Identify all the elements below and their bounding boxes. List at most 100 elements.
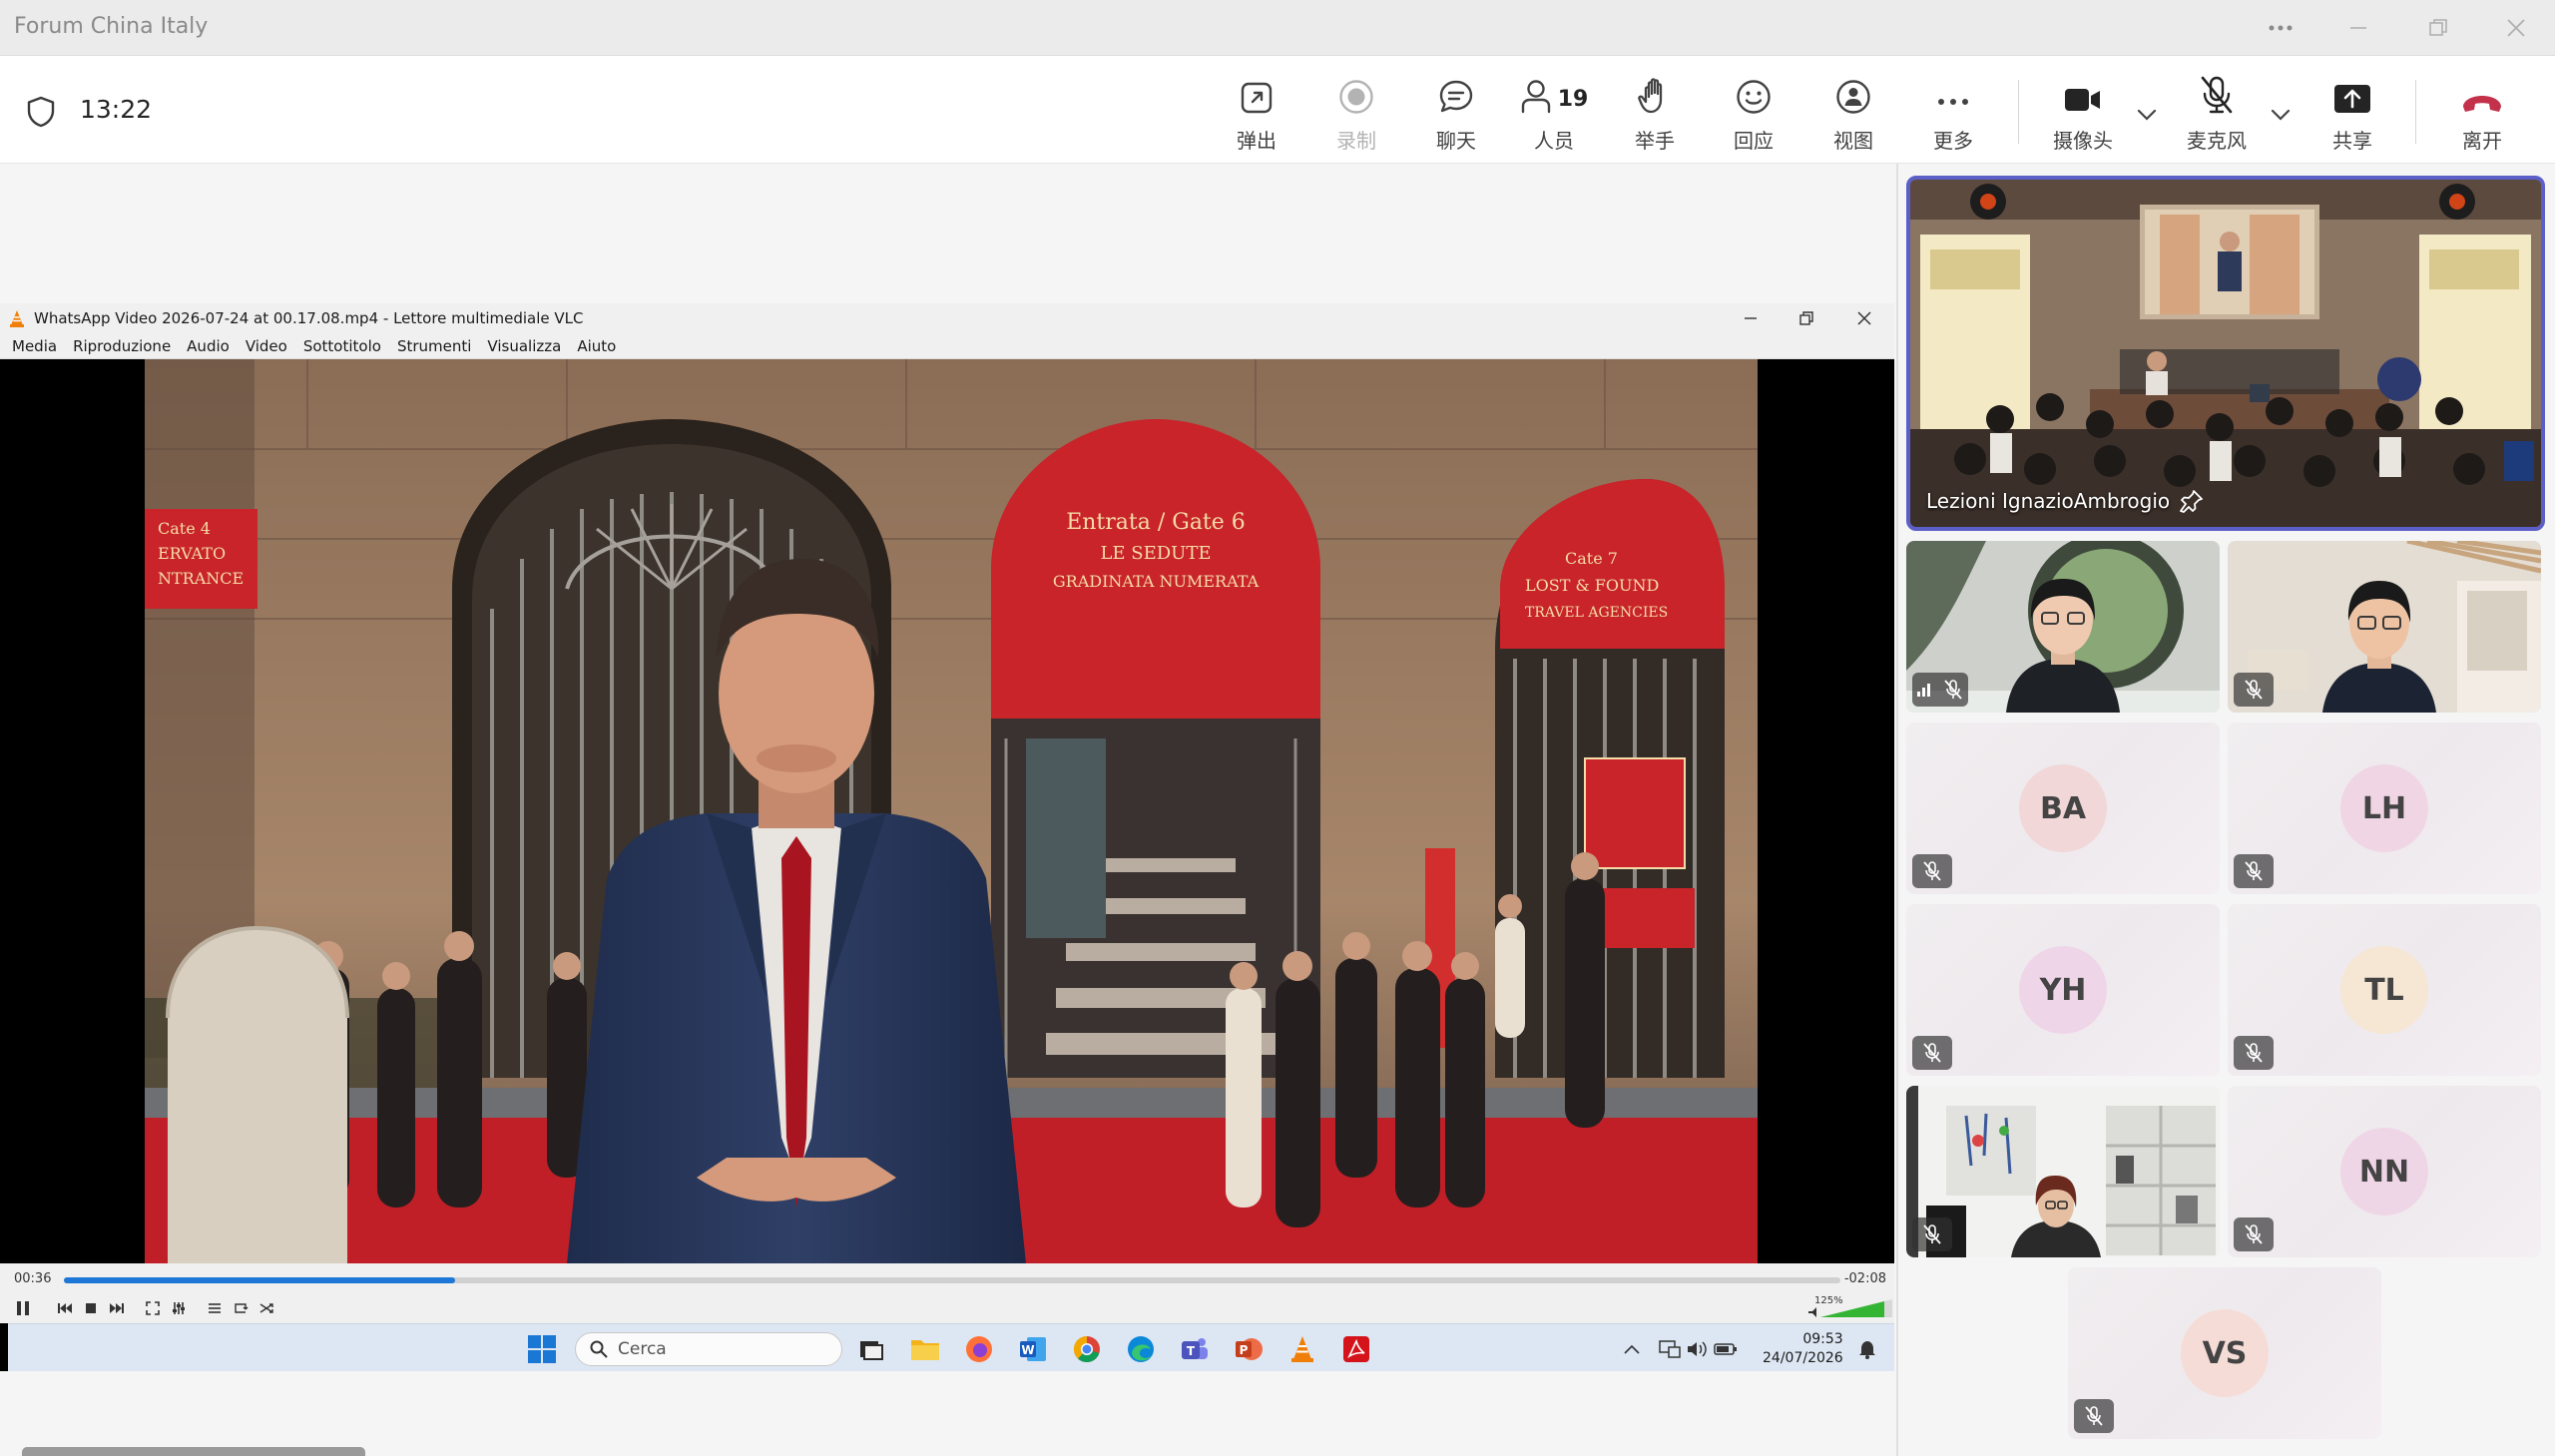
mic-muted-indicator [2234, 854, 2274, 888]
vlc-restore-icon[interactable] [1779, 303, 1834, 333]
vlc-video-frame[interactable]: Cate 4 ERVATO NTRANCE Entrata / Gate 6 L… [8, 359, 1894, 1263]
vlc-close-icon[interactable] [1836, 303, 1892, 333]
view-icon [1835, 74, 1871, 115]
hand-icon [1638, 74, 1672, 115]
mic-off-icon [1923, 1043, 1941, 1063]
mic-muted-indicator [1912, 1217, 1952, 1251]
more-horizontal-icon [1935, 74, 1971, 115]
banner-center-line-1: Entrata / Gate 6 [1066, 510, 1246, 535]
vlc-menu-visualizza[interactable]: Visualizza [487, 337, 561, 355]
record-button[interactable]: 录制 [1311, 74, 1401, 154]
banner-center-line-3: GRADINATA NUMERATA [1053, 572, 1260, 591]
powerpoint-icon[interactable]: P [1232, 1332, 1266, 1366]
shuffle-icon[interactable] [256, 1298, 277, 1318]
pinned-participant-tile[interactable]: Lezioni IgnazioAmbrogio [1906, 176, 2545, 531]
popout-button[interactable]: 弹出 [1212, 74, 1301, 154]
chrome-icon[interactable] [1070, 1332, 1104, 1366]
people-button[interactable]: 19 人员 [1509, 74, 1599, 154]
vlc-menu-strumenti[interactable]: Strumenti [397, 337, 471, 355]
people-icon [1521, 80, 1550, 114]
more-button[interactable]: 更多 [1908, 74, 1998, 154]
edge-icon[interactable] [1124, 1332, 1158, 1366]
view-button[interactable]: 视图 [1808, 74, 1898, 154]
file-explorer-icon[interactable] [908, 1332, 942, 1366]
vlc-menu-video[interactable]: Video [246, 337, 287, 355]
playlist-icon[interactable] [204, 1298, 226, 1318]
mic-button[interactable]: 麦克风 [2172, 74, 2262, 154]
teams-icon[interactable]: T [1178, 1332, 1212, 1366]
mic-options-chevron-icon[interactable] [2266, 100, 2296, 130]
seek-slider[interactable] [64, 1277, 1840, 1283]
vlc-seekbar: 00:36 -02:08 [0, 1263, 1894, 1293]
participant-tile-lh[interactable]: LH [2228, 723, 2541, 894]
taskbar-clock[interactable]: 09:53 24/07/2026 [1763, 1330, 1843, 1368]
record-label: 录制 [1336, 129, 1376, 153]
participant-video-man [2228, 541, 2541, 713]
seek-progress [64, 1277, 455, 1283]
view-label: 视图 [1833, 129, 1873, 153]
camera-button[interactable]: 摄像头 [2038, 74, 2128, 154]
participant-tile-video-man-glasses[interactable] [2228, 541, 2541, 713]
maximize-icon[interactable] [2415, 10, 2461, 46]
raise-hand-button[interactable]: 举手 [1610, 74, 1700, 154]
acrobat-icon[interactable] [1339, 1332, 1373, 1366]
participant-video-office [1906, 1086, 2220, 1257]
fullscreen-icon[interactable] [142, 1298, 164, 1318]
windows-start-icon[interactable] [525, 1332, 559, 1366]
vlc-minimize-icon[interactable] [1723, 303, 1779, 333]
clock-time: 09:53 [1802, 1331, 1843, 1347]
close-icon[interactable] [2493, 10, 2539, 46]
participant-tile-tl[interactable]: TL [2228, 904, 2541, 1076]
pause-icon[interactable] [12, 1298, 34, 1318]
loop-icon[interactable] [230, 1298, 252, 1318]
task-view-icon[interactable] [854, 1332, 888, 1366]
vlc-menu-riproduzione[interactable]: Riproduzione [73, 337, 171, 355]
vlc-taskbar-icon[interactable] [1285, 1332, 1319, 1366]
firefox-icon[interactable] [962, 1332, 996, 1366]
pin-icon[interactable] [2180, 489, 2204, 513]
participant-tile-video-woman-office[interactable] [1906, 1086, 2220, 1257]
participant-tile-ba[interactable]: BA [1906, 723, 2220, 894]
vlc-menu-sottotitolo[interactable]: Sottotitolo [303, 337, 381, 355]
extended-settings-icon[interactable] [168, 1298, 190, 1318]
avatar-tl: TL [2340, 946, 2428, 1034]
leave-button[interactable]: 离开 [2437, 74, 2527, 154]
avatar-vs: VS [2181, 1309, 2269, 1397]
vlc-cone-icon [10, 310, 24, 327]
mic-off-icon [1923, 1224, 1941, 1244]
mic-muted-indicator [2074, 1399, 2114, 1433]
taskbar-search[interactable]: Cerca [575, 1332, 842, 1366]
shield-icon [26, 96, 56, 128]
avatar-yh: YH [2019, 946, 2107, 1034]
share-button[interactable]: 共享 [2307, 74, 2397, 154]
horizontal-scrollbar[interactable] [22, 1447, 365, 1456]
more-icon[interactable] [2258, 10, 2303, 46]
word-icon[interactable]: W [1016, 1332, 1050, 1366]
camera-options-chevron-icon[interactable] [2132, 100, 2162, 130]
more-label: 更多 [1933, 129, 1973, 153]
notification-bell-icon[interactable] [1850, 1332, 1884, 1366]
battery-icon[interactable] [1709, 1332, 1743, 1366]
react-button[interactable]: 回应 [1709, 74, 1798, 154]
avatar-nn: NN [2340, 1128, 2428, 1215]
participant-tile-yh[interactable]: YH [1906, 904, 2220, 1076]
vlc-menu-media[interactable]: Media [12, 337, 57, 355]
mic-off-icon [1923, 861, 1941, 881]
participant-tile-nn[interactable]: NN [2228, 1086, 2541, 1257]
participant-tile-video-woman-glasses[interactable] [1906, 541, 2220, 713]
chat-button[interactable]: 聊天 [1411, 74, 1501, 154]
vlc-window: WhatsApp Video 2026-07-24 at 00.17.08.mp… [0, 303, 1894, 1371]
volume-percent: 125% [1814, 1295, 1843, 1306]
next-icon[interactable] [106, 1298, 128, 1318]
participant-tile-vs[interactable]: VS [2068, 1267, 2381, 1439]
vlc-menu-audio[interactable]: Audio [187, 337, 230, 355]
previous-icon[interactable] [54, 1298, 76, 1318]
vlc-menu-aiuto[interactable]: Aiuto [577, 337, 616, 355]
mic-muted-indicator [2234, 673, 2274, 707]
minimize-icon[interactable] [2335, 10, 2381, 46]
tray-chevron-icon[interactable] [1615, 1332, 1649, 1366]
svg-text:T: T [1187, 1344, 1196, 1358]
mic-off-icon [2245, 861, 2263, 881]
stop-icon[interactable] [80, 1298, 102, 1318]
people-label: 人员 [1534, 129, 1574, 153]
